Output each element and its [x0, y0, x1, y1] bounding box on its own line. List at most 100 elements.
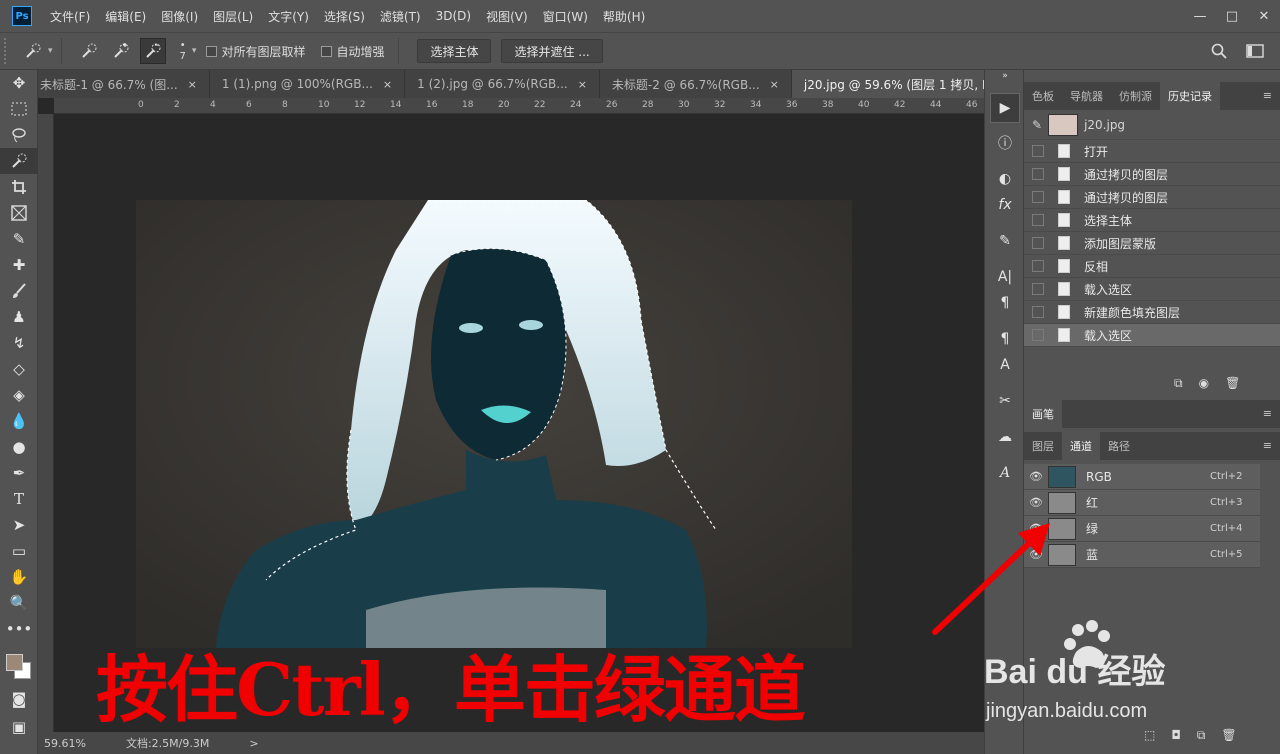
tab-paths[interactable]: 路径: [1100, 432, 1138, 460]
zoom-readout[interactable]: 59.61%: [44, 737, 86, 750]
lasso-tool-icon[interactable]: [0, 122, 38, 148]
channel-row-green[interactable]: 👁 绿 Ctrl+4: [1024, 516, 1260, 542]
history-item[interactable]: 载入选区: [1024, 278, 1280, 301]
type-tool-icon[interactable]: T: [0, 486, 38, 512]
history-item[interactable]: 打开: [1024, 140, 1280, 163]
options-grip[interactable]: [4, 38, 14, 64]
styles-icon[interactable]: fx: [985, 192, 1025, 218]
save-selection-icon[interactable]: ◘: [1171, 728, 1181, 743]
close-tab-icon[interactable]: ×: [578, 78, 587, 91]
libraries-icon[interactable]: ☁: [985, 424, 1025, 450]
history-snapshot[interactable]: ✎ j20.jpg: [1024, 110, 1280, 140]
brush-source-icon[interactable]: ✎: [1032, 118, 1042, 132]
eye-icon[interactable]: 👁: [1024, 496, 1048, 509]
pen-tool-icon[interactable]: ✒: [0, 460, 38, 486]
path-selection-tool-icon[interactable]: ➤: [0, 512, 38, 538]
history-item[interactable]: 选择主体: [1024, 209, 1280, 232]
tab-history[interactable]: 历史记录: [1160, 82, 1220, 110]
history-item-selected[interactable]: 载入选区: [1024, 324, 1280, 347]
minimize-button[interactable]: —: [1184, 0, 1216, 32]
menu-3d[interactable]: 3D(D): [436, 9, 471, 23]
healing-brush-tool-icon[interactable]: ✚: [0, 252, 38, 278]
menu-layer[interactable]: 图层(L): [213, 8, 253, 25]
menu-filter[interactable]: 滤镜(T): [380, 8, 421, 25]
menu-help[interactable]: 帮助(H): [603, 8, 645, 25]
actions-play-icon[interactable]: ▶: [985, 88, 1025, 128]
camera-icon[interactable]: ◉: [1199, 376, 1209, 391]
rectangle-tool-icon[interactable]: ▭: [0, 538, 38, 564]
close-tab-icon[interactable]: ×: [770, 78, 779, 91]
info-icon[interactable]: ⓘ: [985, 130, 1025, 156]
move-tool-icon[interactable]: ✥: [0, 70, 38, 96]
panel-menu-icon[interactable]: ≡: [1263, 407, 1272, 420]
select-and-mask-button[interactable]: 选择并遮住 ...: [501, 39, 603, 63]
tab-swatches[interactable]: 色板: [1024, 82, 1062, 110]
adjustments-icon[interactable]: ◐: [985, 166, 1025, 192]
tab-navigator[interactable]: 导航器: [1062, 82, 1111, 110]
menu-edit[interactable]: 编辑(E): [105, 8, 146, 25]
menu-image[interactable]: 图像(I): [161, 8, 198, 25]
dodge-tool-icon[interactable]: ●: [0, 434, 38, 460]
new-channel-icon[interactable]: ⧉: [1197, 728, 1206, 743]
trash-icon[interactable]: 🗑: [1221, 728, 1236, 743]
brush-tool-icon[interactable]: [0, 278, 38, 304]
channel-row-rgb[interactable]: 👁 RGB Ctrl+2: [1024, 464, 1260, 490]
panel-collapse-icon[interactable]: »: [985, 70, 1025, 82]
eye-icon[interactable]: 👁: [1024, 470, 1048, 483]
menu-select[interactable]: 选择(S): [324, 8, 365, 25]
tab-clone-source[interactable]: 仿制源: [1111, 82, 1160, 110]
history-item[interactable]: 反相: [1024, 255, 1280, 278]
character-icon[interactable]: A|: [985, 264, 1025, 290]
eye-icon[interactable]: 👁: [1024, 548, 1048, 561]
eraser-tool-icon[interactable]: ◇: [0, 356, 38, 382]
menu-file[interactable]: 文件(F): [50, 8, 90, 25]
tab-channels[interactable]: 通道: [1062, 432, 1100, 460]
add-to-selection-icon[interactable]: [108, 38, 134, 64]
tab-layers[interactable]: 图层: [1024, 432, 1062, 460]
checkbox-box[interactable]: [206, 45, 218, 57]
load-channel-selection-icon[interactable]: ⬚: [1144, 728, 1155, 743]
sample-all-layers-checkbox[interactable]: 对所有图层取样: [206, 43, 305, 60]
auto-enhance-checkbox[interactable]: 自动增强: [321, 43, 384, 60]
paragraph-icon[interactable]: ¶: [985, 290, 1025, 316]
foreground-color-swatch[interactable]: [6, 654, 23, 671]
menu-window[interactable]: 窗口(W): [543, 8, 588, 25]
screen-mode-icon[interactable]: ▣: [0, 714, 38, 740]
zoom-tool-icon[interactable]: 🔍: [0, 590, 38, 616]
chevron-down-icon[interactable]: ▾: [48, 46, 53, 56]
frame-tool-icon[interactable]: [0, 200, 38, 226]
close-tab-icon[interactable]: ×: [383, 78, 392, 91]
close-tab-icon[interactable]: ×: [188, 78, 197, 91]
chevron-down-icon[interactable]: ▾: [192, 46, 197, 56]
workspace-icon[interactable]: [1242, 38, 1268, 64]
eye-icon[interactable]: 👁: [1024, 522, 1048, 535]
menu-view[interactable]: 视图(V): [486, 8, 528, 25]
more-tools-icon[interactable]: •••: [0, 616, 38, 642]
quick-selection-preset-icon[interactable]: [20, 38, 46, 64]
panel-menu-icon[interactable]: ≡: [1263, 439, 1272, 452]
status-menu-arrow[interactable]: >: [249, 737, 258, 750]
clone-stamp-tool-icon[interactable]: ♟: [0, 304, 38, 330]
quick-selection-tool-icon[interactable]: [0, 148, 38, 174]
panel-menu-icon[interactable]: ≡: [1263, 89, 1272, 102]
character-styles-icon[interactable]: A: [985, 352, 1025, 378]
select-subject-button[interactable]: 选择主体: [417, 39, 492, 63]
hand-tool-icon[interactable]: ✋: [0, 564, 38, 590]
paragraph-styles-icon[interactable]: ¶: [985, 326, 1025, 352]
history-brush-tool-icon[interactable]: ↯: [0, 330, 38, 356]
doc-tab[interactable]: 未标题-2 @ 66.7%(RGB... ×: [600, 70, 792, 98]
blur-tool-icon[interactable]: 💧: [0, 408, 38, 434]
maximize-button[interactable]: □: [1216, 0, 1248, 32]
checkbox-box[interactable]: [321, 45, 333, 57]
tab-brush[interactable]: 画笔: [1024, 400, 1062, 428]
image-canvas[interactable]: [136, 200, 852, 648]
doc-tab[interactable]: 1 (2).jpg @ 66.7%(RGB... ×: [405, 70, 600, 98]
paint-bucket-tool-icon[interactable]: ◈: [0, 382, 38, 408]
history-item[interactable]: 通过拷贝的图层: [1024, 163, 1280, 186]
brush-size-picker[interactable]: • 7: [180, 40, 186, 62]
tool-presets-icon[interactable]: ✂: [985, 388, 1025, 414]
history-item[interactable]: 新建颜色填充图层: [1024, 301, 1280, 324]
channel-row-blue[interactable]: 👁 蓝 Ctrl+5: [1024, 542, 1260, 568]
history-item[interactable]: 添加图层蒙版: [1024, 232, 1280, 255]
brush-settings-icon[interactable]: ✎: [985, 228, 1025, 254]
